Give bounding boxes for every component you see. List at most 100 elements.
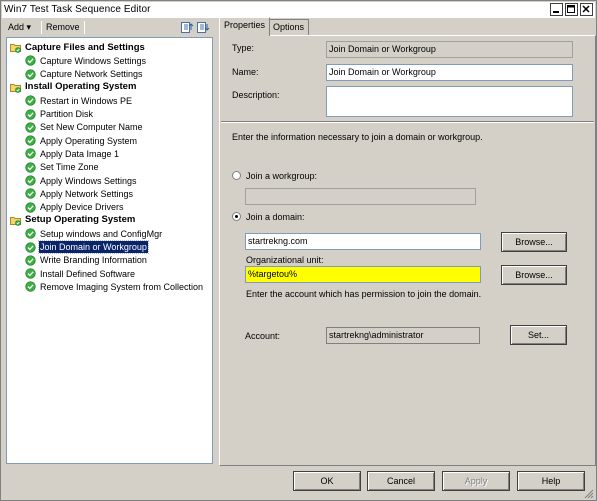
tree-step[interactable]: Capture Windows Settings [25,54,147,67]
group-folder-icon [10,83,21,93]
step-check-icon [25,268,36,279]
tree-step[interactable]: Apply Data Image 1 [25,147,120,160]
description-field[interactable] [326,86,573,117]
step-check-icon [25,68,36,80]
move-down-icon [197,22,210,33]
close-icon [582,5,590,13]
tree-item-label: Set Time Zone [40,162,99,173]
browse-ou-button[interactable]: Browse... [501,265,567,285]
ok-button[interactable]: OK [293,471,361,491]
account-label: Account: [245,331,281,341]
workgroup-radio[interactable] [232,171,241,180]
resize-grip-icon[interactable] [584,489,594,499]
tree-step[interactable]: Set Time Zone [25,161,100,174]
tree-item-label: Apply Device Drivers [40,202,124,213]
tree-item-label: Apply Operating System [40,135,138,146]
tree-step[interactable]: Apply Operating System [25,134,138,147]
tree-step[interactable]: Apply Device Drivers [25,201,125,214]
add-button[interactable]: Add ▾ [8,21,31,34]
ou-label: Organizational unit: [246,255,324,265]
step-check-icon [25,162,36,173]
step-check-icon [25,95,36,106]
tree-item-label: Install Operating System [25,81,137,93]
type-field: Join Domain or Workgroup [326,41,573,58]
tree-item-label: Set New Computer Name [40,122,143,133]
tree-item-label: Remove Imaging System from Collection [40,281,204,292]
step-check-icon [25,148,36,160]
apply-button[interactable]: Apply [442,471,510,491]
account-info-text: Enter the account which has permission t… [246,289,482,299]
close-button[interactable] [580,3,593,16]
help-button[interactable]: Help [517,471,585,491]
tree-step[interactable]: Write Branding Information [25,254,148,267]
minimize-icon [553,11,559,13]
step-check-icon [25,188,36,199]
task-sequence-tree[interactable]: Capture Files and Settings Capture Window… [6,37,213,464]
task-sequence-editor-window: Win7 Test Task Sequence Editor Add ▾ Rem… [0,0,597,501]
tree-item-label: Setup windows and ConfigMgr [40,228,163,239]
tree-item-label: Capture Files and Settings [25,41,145,53]
tree-item-label: Join Domain or Workgroup [38,240,149,254]
toolbar: Add ▾ Remove [2,18,216,37]
toolbar-separator [84,21,85,34]
step-check-icon [25,135,36,146]
tree-item-label: Setup Operating System [25,214,136,226]
tree-item-label: Apply Network Settings [40,188,134,199]
tree-item-label: Apply Windows Settings [40,175,137,186]
tree-group[interactable]: Capture Files and Settings [10,41,146,54]
tree-item-label: Write Branding Information [40,255,147,266]
tree-step[interactable]: Restart in Windows PE [25,94,133,107]
tree-step[interactable]: Apply Network Settings [25,187,134,200]
type-label: Type: [232,43,255,53]
tree-item-label: Capture Network Settings [40,69,143,80]
remove-button[interactable]: Remove [46,21,80,34]
domain-radio-label[interactable]: Join a domain: [246,212,305,222]
step-check-icon [25,108,36,120]
workgroup-radio-label[interactable]: Join a workgroup: [246,171,317,181]
domain-field[interactable]: startrekng.com [245,233,481,250]
tree-step[interactable]: Install Defined Software [25,267,136,280]
title-bar[interactable]: Win7 Test Task Sequence Editor [2,2,595,18]
tab-options[interactable]: Options [268,19,310,35]
maximize-button[interactable] [565,3,578,16]
move-up-button[interactable] [181,21,194,36]
tree-step[interactable]: Partition Disk [25,108,94,121]
tree-step[interactable]: Set New Computer Name [25,121,144,134]
tree-step[interactable]: Join Domain or Workgroup [25,240,149,254]
tree-item-label: Restart in Windows PE [40,95,133,106]
name-label: Name: [232,67,259,77]
step-check-icon [25,228,36,239]
set-account-button[interactable]: Set... [510,325,567,345]
tree-item-label: Capture Windows Settings [40,55,147,66]
account-field: startrekng\administrator [326,327,480,344]
tree-step[interactable]: Setup windows and ConfigMgr [25,227,163,240]
step-check-icon [25,201,36,213]
group-folder-icon [10,44,21,53]
tree-item-label: Install Defined Software [40,268,136,279]
divider [221,121,594,123]
tree-item-label: Apply Data Image 1 [40,148,120,159]
step-check-icon [25,175,36,186]
domain-radio[interactable] [232,212,241,221]
window-title: Win7 Test Task Sequence Editor [4,4,151,15]
tab-properties[interactable]: Properties [219,17,271,36]
move-down-button[interactable] [197,21,210,36]
maximize-icon [567,5,575,13]
tree-step[interactable]: Remove Imaging System from Collection [25,280,204,293]
tree-step[interactable]: Capture Network Settings [25,68,144,81]
step-check-icon [25,122,36,133]
description-label: Description: [232,90,280,100]
ou-field[interactable]: %targetou% [245,266,481,283]
group-folder-icon [10,216,21,226]
move-up-icon [181,22,194,33]
browse-domain-button[interactable]: Browse... [501,232,567,252]
toolbar-separator [41,21,42,34]
tree-group[interactable]: Install Operating System [10,81,137,94]
tree-step[interactable]: Apply Windows Settings [25,174,138,187]
tree-group[interactable]: Setup Operating System [10,214,136,227]
name-field[interactable]: Join Domain or Workgroup [326,64,573,81]
info-text: Enter the information necessary to join … [232,132,483,142]
minimize-button[interactable] [550,3,563,16]
step-check-icon [25,255,36,266]
cancel-button[interactable]: Cancel [367,471,435,491]
